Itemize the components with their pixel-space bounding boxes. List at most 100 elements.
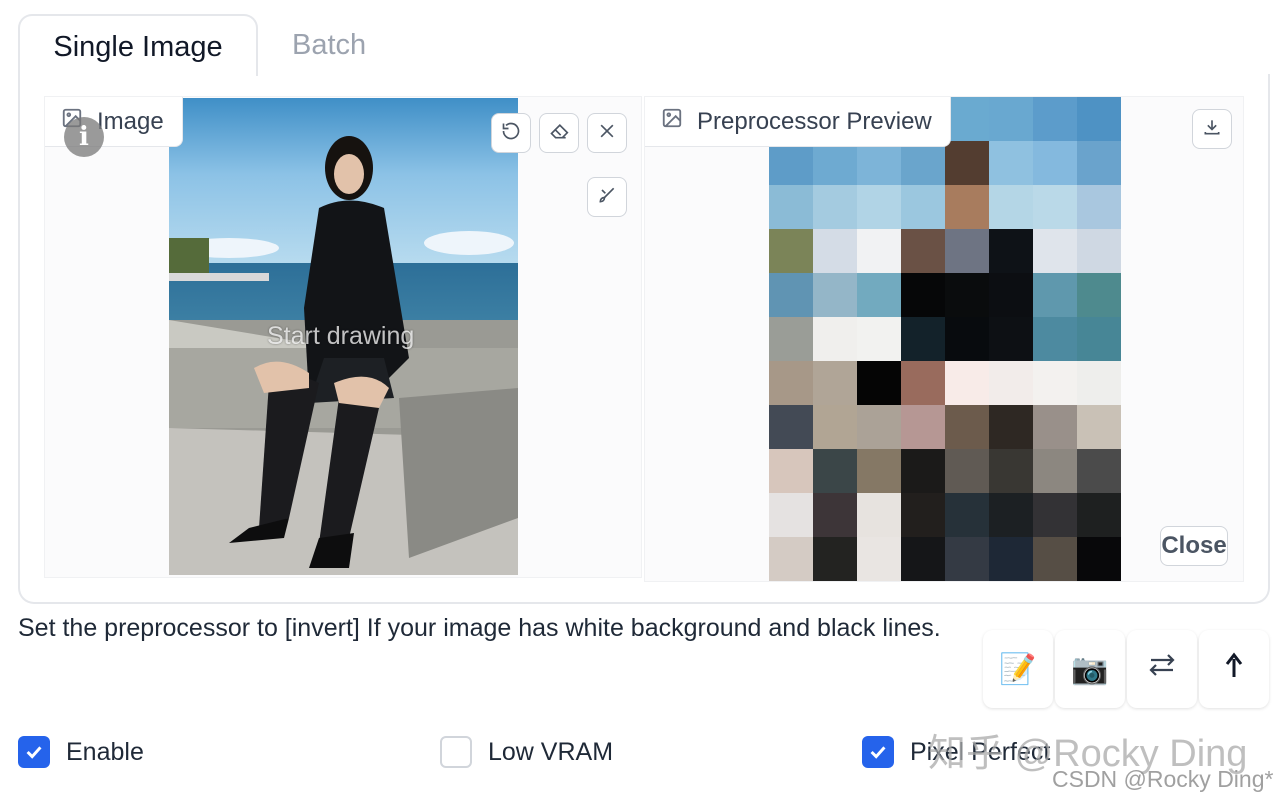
mosaic-cell [901, 537, 945, 581]
mosaic-cell [1077, 229, 1121, 273]
clear-button[interactable] [587, 113, 627, 153]
mosaic-cell [1077, 361, 1121, 405]
mosaic-cell [945, 361, 989, 405]
mosaic-cell [857, 493, 901, 537]
image-label-text: Image [97, 107, 164, 135]
mosaic-cell [813, 229, 857, 273]
mosaic-cell [769, 493, 813, 537]
mosaic-cell [1077, 97, 1121, 141]
low-vram-label: Low VRAM [488, 737, 614, 766]
start-drawing-hint: Start drawing [267, 322, 415, 350]
mosaic-cell [813, 493, 857, 537]
edit-action-button[interactable]: 📝 [983, 630, 1053, 708]
mosaic-cell [769, 361, 813, 405]
mosaic-cell [857, 449, 901, 493]
mosaic-cell [857, 273, 901, 317]
mosaic-cell [857, 141, 901, 185]
mosaic-cell [1033, 449, 1077, 493]
mosaic-cell [1033, 537, 1077, 581]
preview-mosaic-image [769, 97, 1121, 581]
mosaic-cell [769, 537, 813, 581]
mosaic-cell [989, 537, 1033, 581]
mosaic-cell [945, 141, 989, 185]
mosaic-cell [901, 141, 945, 185]
send-up-action-button[interactable] [1199, 630, 1269, 708]
mosaic-cell [857, 361, 901, 405]
mosaic-cell [945, 97, 989, 141]
mosaic-cell [769, 141, 813, 185]
mosaic-cell [769, 273, 813, 317]
mosaic-cell [945, 449, 989, 493]
tab-single-image[interactable]: Single Image [18, 14, 258, 76]
mosaic-cell [1077, 317, 1121, 361]
mosaic-cell [1077, 449, 1121, 493]
mosaic-cell [989, 185, 1033, 229]
low-vram-option[interactable]: Low VRAM [440, 733, 613, 771]
image-icon [661, 107, 683, 136]
mosaic-cell [901, 449, 945, 493]
enable-option[interactable]: Enable [18, 733, 144, 771]
mosaic-cell [989, 141, 1033, 185]
camera-action-button[interactable]: 📷 [1055, 630, 1125, 708]
preview-block-label: Preprocessor Preview [645, 97, 951, 147]
mosaic-cell [945, 273, 989, 317]
brush-button[interactable] [587, 177, 627, 217]
eraser-button[interactable] [539, 113, 579, 153]
mosaic-cell [945, 229, 989, 273]
mosaic-cell [901, 405, 945, 449]
tab-batch[interactable]: Batch [292, 14, 366, 76]
close-preview-button[interactable]: Close [1160, 526, 1228, 566]
mosaic-cell [1033, 273, 1077, 317]
mosaic-cell [1033, 97, 1077, 141]
brush-icon [597, 185, 617, 210]
info-icon[interactable]: i [64, 117, 104, 157]
undo-icon [501, 121, 521, 146]
undo-button[interactable] [491, 113, 531, 153]
memo-icon: 📝 [999, 652, 1037, 686]
close-icon [597, 121, 617, 146]
mosaic-cell [769, 185, 813, 229]
mosaic-cell [945, 405, 989, 449]
mosaic-cell [813, 185, 857, 229]
mosaic-cell [813, 141, 857, 185]
swap-icon [1146, 649, 1178, 689]
mosaic-cell [1033, 229, 1077, 273]
mosaic-cell [989, 405, 1033, 449]
mosaic-cell [989, 449, 1033, 493]
mosaic-cell [1033, 185, 1077, 229]
download-button[interactable] [1192, 109, 1232, 149]
enable-checkbox[interactable] [18, 736, 50, 768]
download-icon [1202, 117, 1222, 142]
low-vram-checkbox[interactable] [440, 736, 472, 768]
camera-icon: 📷 [1071, 652, 1109, 686]
mosaic-cell [1077, 141, 1121, 185]
mosaic-cell [901, 493, 945, 537]
mosaic-cell [945, 493, 989, 537]
mosaic-cell [769, 449, 813, 493]
mosaic-cell [769, 317, 813, 361]
mosaic-cell [1077, 185, 1121, 229]
mosaic-cell [901, 229, 945, 273]
mosaic-cell [813, 273, 857, 317]
mosaic-cell [1033, 317, 1077, 361]
mosaic-cell [857, 229, 901, 273]
enable-label: Enable [66, 737, 144, 766]
mosaic-cell [989, 273, 1033, 317]
mosaic-cell [1077, 493, 1121, 537]
mosaic-cell [857, 537, 901, 581]
tab-bar: Single Image Batch [18, 14, 1270, 76]
pixel-perfect-checkbox[interactable] [862, 736, 894, 768]
mosaic-cell [945, 185, 989, 229]
mosaic-cell [1077, 537, 1121, 581]
arrow-up-icon [1218, 649, 1250, 689]
mosaic-cell [857, 185, 901, 229]
mosaic-cell [813, 405, 857, 449]
preprocessor-hint: Set the preprocessor to [invert] If your… [18, 614, 941, 642]
mosaic-cell [813, 361, 857, 405]
mosaic-cell [1077, 405, 1121, 449]
mosaic-cell [769, 229, 813, 273]
mosaic-cell [901, 361, 945, 405]
mosaic-cell [989, 493, 1033, 537]
mosaic-cell [1033, 405, 1077, 449]
swap-action-button[interactable] [1127, 630, 1197, 708]
